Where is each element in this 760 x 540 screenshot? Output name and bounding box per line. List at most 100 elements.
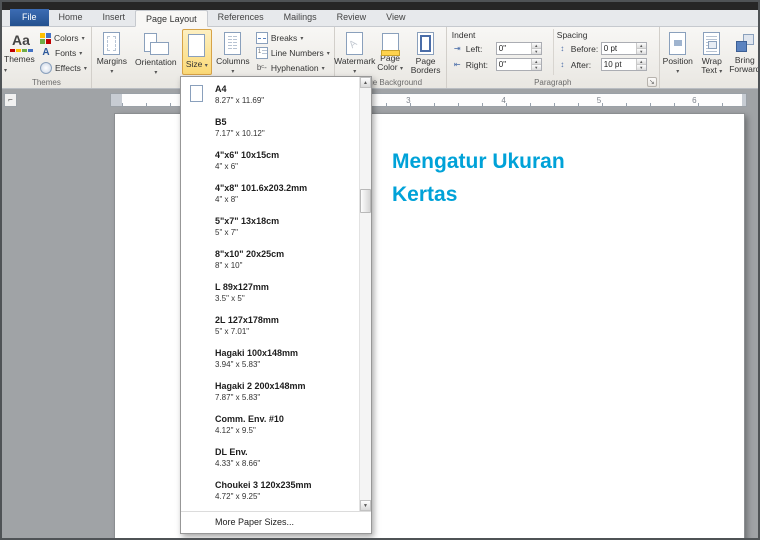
paper-size-option[interactable]: B5 7.17" x 10.12" [181,113,358,146]
dropdown-arrow-icon: ▾ [82,35,85,42]
indent-right-icon: ⇤ [452,60,463,69]
paper-size-option[interactable]: 4"x6" 10x15cm 4" x 6" [181,146,358,179]
paragraph-dialog-launcher[interactable]: ↘ [647,77,657,87]
spacing-after-spinner[interactable]: 10 pt ▲▼ [601,58,647,71]
tab-insert[interactable]: Insert [93,9,136,26]
dropdown-arrow-icon: ▾ [327,50,330,57]
spinner-arrows-icon[interactable]: ▲▼ [636,59,646,70]
dropdown-arrow-icon: ▾ [79,50,82,57]
paper-size-option[interactable]: 2L 127x178mm 5" x 7.01" [181,311,358,344]
dropdown-arrow-icon: ▾ [231,69,234,75]
size-button[interactable]: Size ▾ [182,29,212,75]
paper-size-menu: A4 8.27" x 11.69" B5 7.17" x 10.12" 4"x6… [180,76,372,534]
theme-fonts-button[interactable]: A Fonts▾ [38,46,89,60]
size-icon [188,34,205,57]
breaks-button[interactable]: Breaks▾ [254,31,332,45]
more-paper-sizes-item[interactable]: More Paper Sizes... [181,511,371,533]
line-numbers-icon [256,47,268,59]
spacing-before-spinner[interactable]: 0 pt ▲▼ [601,42,647,55]
spinner-arrows-icon[interactable]: ▲▼ [636,43,646,54]
ribbon: Aa Themes ▾ Colors▾ A Fonts▾ Effects▾ [2,27,758,89]
indent-left-icon: ⇥ [452,44,463,53]
position-button[interactable]: Position ▾ [662,29,694,75]
tab-file[interactable]: File [10,9,49,26]
effects-icon [40,62,52,74]
paper-size-option[interactable]: L 89x127mm 3.5" x 5" [181,278,358,311]
spacing-column: Spacing ↕ Before: 0 pt ▲▼ ↕ After: 10 [553,29,657,75]
themes-icon: Aa [12,32,30,48]
page-borders-button[interactable]: Page Borders [407,29,443,75]
paper-size-option[interactable]: 8"x10" 20x25cm 8" x 10" [181,245,358,278]
indent-left-label: Left: [466,44,493,54]
spacing-after-icon: ↕ [557,60,568,69]
line-numbers-button[interactable]: Line Numbers▾ [254,46,332,60]
margins-button[interactable]: Margins ▾ [94,29,130,75]
spinner-arrows-icon[interactable]: ▲▼ [531,59,541,70]
spacing-after-label: After: [571,60,598,70]
ribbon-tab-bar: File Home Insert Page Layout References … [2,10,758,27]
tab-references[interactable]: References [208,9,274,26]
fonts-icon: A [40,47,52,59]
tab-review[interactable]: Review [327,9,377,26]
tab-page-layout[interactable]: Page Layout [135,10,208,27]
orientation-button[interactable]: Orientation ▾ [132,29,180,75]
ruler-number: 4 [456,94,551,106]
document-title-text: Mengatur Ukuran Kertas [392,145,607,211]
scroll-down-arrow-icon[interactable]: ▼ [360,500,371,511]
menu-scrollbar[interactable]: ▲ ▼ [359,77,371,511]
paper-size-option[interactable]: Hagaki 2 200x148mm 7.87" x 5.83" [181,377,358,410]
dropdown-arrow-icon: ▾ [719,69,722,75]
themes-colorbar-icon [10,49,33,52]
paper-size-option[interactable]: 4"x8" 101.6x203.2mm 4" x 8" [181,179,358,212]
indent-heading: Indent [452,30,550,40]
paper-size-option[interactable]: 5"x7" 13x18cm 5" x 7" [181,212,358,245]
page-color-button[interactable]: Page Color ▾ [375,29,406,75]
paper-size-option[interactable]: DL Env. 4.33" x 8.66" [181,443,358,476]
indent-right-spinner[interactable]: 0" ▲▼ [496,58,542,71]
theme-colors-button[interactable]: Colors▾ [38,31,89,45]
scrollbar-thumb[interactable] [360,189,371,213]
themes-button[interactable]: Aa Themes ▾ [4,29,38,75]
spacing-before-label: Before: [571,44,598,54]
tab-mailings[interactable]: Mailings [274,9,327,26]
columns-button[interactable]: Columns ▾ [214,29,252,75]
margins-icon [103,32,120,55]
dropdown-arrow-icon: ▾ [322,65,325,72]
dropdown-arrow-icon: ▾ [84,65,87,72]
ruler-number: 6 [647,94,742,106]
tab-stop-selector[interactable]: ⌐ [4,93,17,107]
hyphenation-icon: bᶜ- [256,62,268,74]
page-borders-icon [417,32,434,55]
paper-size-option[interactable]: Hagaki 100x148mm 3.94" x 5.83" [181,344,358,377]
indent-left-spinner[interactable]: 0" ▲▼ [496,42,542,55]
paragraph-group-label: Paragraph [447,78,659,88]
paper-size-option[interactable]: Comm. Env. #10 4.12" x 9.5" [181,410,358,443]
tab-view[interactable]: View [376,9,415,26]
dropdown-arrow-icon: ▾ [154,70,157,76]
dropdown-arrow-icon: ▾ [110,69,113,75]
paragraph-group: Indent ⇥ Left: 0" ▲▼ ⇤ Right: 0" [447,27,660,88]
page-color-icon [382,33,399,52]
paper-size-list: A4 8.27" x 11.69" B5 7.17" x 10.12" 4"x6… [181,77,371,511]
dropdown-arrow-icon: ▾ [300,35,303,42]
themes-options: Colors▾ A Fonts▾ Effects▾ [38,29,89,75]
spinner-arrows-icon[interactable]: ▲▼ [531,43,541,54]
hyphenation-button[interactable]: bᶜ- Hyphenation▾ [254,61,332,75]
paper-size-option[interactable]: A4 8.27" x 11.69" [181,80,358,113]
watermark-button[interactable]: Watermark ▾ [337,29,373,75]
paper-size-option[interactable]: Choukei 3 120x235mm 4.72" x 9.25" [181,476,358,509]
breaks-icon [256,32,268,44]
tab-home[interactable]: Home [49,9,93,26]
scroll-up-arrow-icon[interactable]: ▲ [360,77,371,88]
ruler-number: 5 [551,94,646,106]
ruler-number: 3 [361,94,456,106]
position-icon [669,32,686,55]
wrap-text-button[interactable]: Wrap Text ▾ [697,29,727,75]
theme-effects-button[interactable]: Effects▾ [38,61,89,75]
orientation-icon [143,32,169,56]
spacing-heading: Spacing [557,30,654,40]
arrange-group: Position ▾ Wrap Text ▾ Bring Forward [660,27,758,88]
themes-group-label: Themes [2,78,91,88]
bring-forward-button[interactable]: Bring Forward [730,29,758,75]
watermark-icon [346,32,363,55]
